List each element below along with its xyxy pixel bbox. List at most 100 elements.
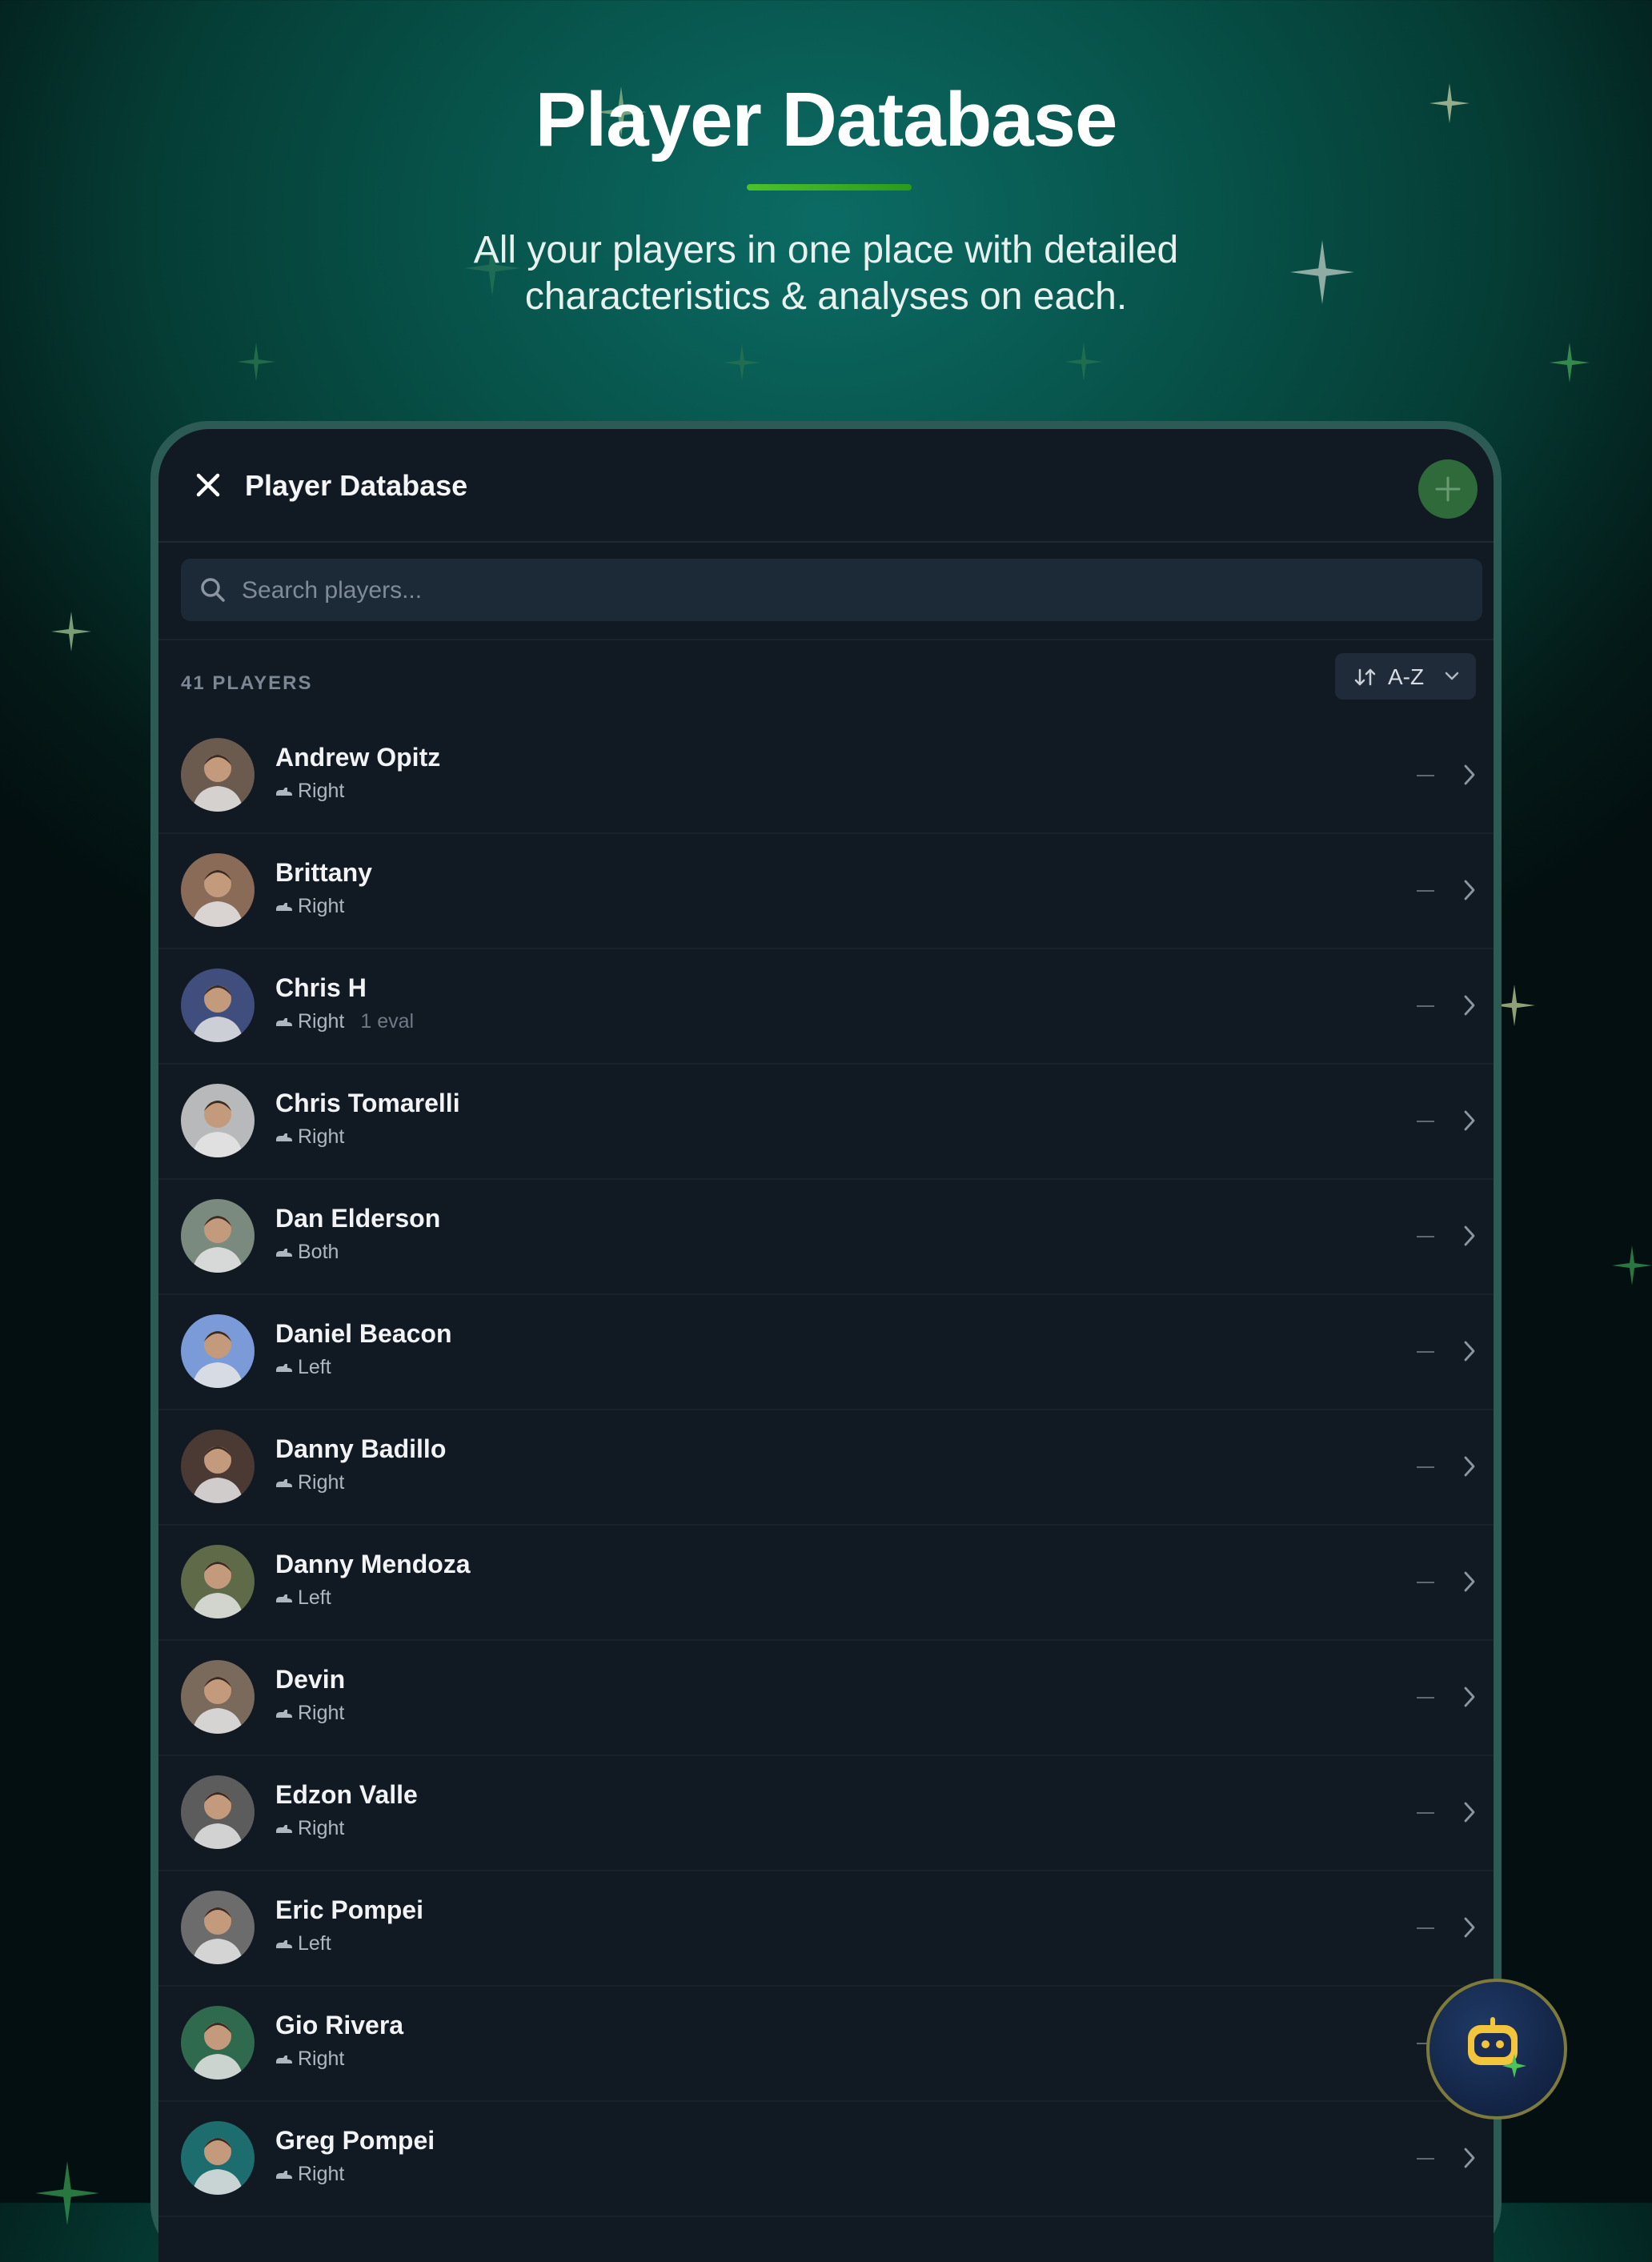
rating-placeholder xyxy=(1417,1927,1434,1929)
player-name: Daniel Beacon xyxy=(275,1319,452,1348)
player-name: Chris H xyxy=(275,973,367,1002)
preferred-foot: Right xyxy=(298,2163,345,2185)
avatar xyxy=(181,1314,255,1388)
cleat-icon xyxy=(275,1818,293,1841)
player-row[interactable]: Devin Right xyxy=(158,1641,1494,1756)
app-screen: Player Database 41 PLAYERS A-Z Andrew Op… xyxy=(158,429,1494,2262)
avatar xyxy=(181,2121,255,2195)
sort-icon xyxy=(1354,668,1377,691)
player-name: Danny Mendoza xyxy=(275,1550,471,1578)
cleat-icon xyxy=(275,1241,293,1265)
sparkle-icon xyxy=(51,612,91,652)
eval-count: 1 eval xyxy=(360,1010,415,1033)
player-row[interactable]: Chris H Right 1 eval xyxy=(158,949,1494,1065)
chevron-right-icon[interactable] xyxy=(1463,764,1476,790)
rating-placeholder xyxy=(1417,1582,1434,1583)
chevron-right-icon[interactable] xyxy=(1463,2147,1476,2173)
player-meta: Right xyxy=(275,895,344,919)
hero-subtitle-line: All your players in one place with detai… xyxy=(473,229,1179,271)
sort-button[interactable]: A-Z xyxy=(1335,653,1476,700)
preferred-foot: Right xyxy=(298,1125,345,1148)
player-row[interactable]: Edzon Valle Right xyxy=(158,1756,1494,1871)
avatar xyxy=(181,853,255,927)
player-name: Greg Pompei xyxy=(275,2126,435,2155)
chevron-right-icon[interactable] xyxy=(1463,1570,1476,1597)
player-row[interactable]: Greg Pompei Right xyxy=(158,2102,1494,2217)
chevron-right-icon[interactable] xyxy=(1463,1801,1476,1827)
search-bar[interactable] xyxy=(181,559,1482,623)
player-name: Devin xyxy=(275,1665,346,1694)
player-meta: Right xyxy=(275,1471,344,1495)
player-row[interactable]: Danny Mendoza Left xyxy=(158,1526,1494,1641)
cleat-icon xyxy=(275,896,293,919)
preferred-foot: Left xyxy=(298,1356,331,1378)
player-row[interactable]: Dan Elderson Both xyxy=(158,1180,1494,1295)
close-icon[interactable] xyxy=(192,469,224,501)
cleat-icon xyxy=(275,780,293,804)
preferred-foot: Right xyxy=(298,1702,345,1724)
hero-subtitle: All your players in one place with detai… xyxy=(0,227,1652,320)
cleat-icon xyxy=(275,2048,293,2071)
player-meta: Both xyxy=(275,1241,339,1265)
player-meta: Left xyxy=(275,1932,331,1956)
chevron-right-icon[interactable] xyxy=(1463,1916,1476,1943)
player-row[interactable]: Chris Tomarelli Right xyxy=(158,1065,1494,1180)
preferred-foot: Left xyxy=(298,1586,331,1609)
avatar xyxy=(181,738,255,812)
chevron-right-icon[interactable] xyxy=(1463,1225,1476,1251)
player-row[interactable]: Danny Badillo Right xyxy=(158,1410,1494,1526)
player-meta: Right xyxy=(275,2163,344,2187)
preferred-foot: Right xyxy=(298,1010,345,1033)
robot-assistant-icon xyxy=(1468,2017,1526,2078)
hero-title: Player Database xyxy=(535,77,1118,162)
rating-placeholder xyxy=(1417,1121,1434,1122)
sparkle-icon xyxy=(1065,343,1103,381)
search-input[interactable] xyxy=(240,559,1444,623)
player-row[interactable]: Eric Pompei Left xyxy=(158,1871,1494,1987)
player-name: Danny Badillo xyxy=(275,1434,447,1463)
player-row[interactable]: Gio Rivera Right xyxy=(158,1987,1494,2102)
sparkle-icon xyxy=(35,2161,99,2225)
rating-placeholder xyxy=(1417,1005,1434,1007)
rating-placeholder xyxy=(1417,775,1434,776)
tablet-frame: Player Database 41 PLAYERS A-Z Andrew Op… xyxy=(150,421,1502,2262)
ai-assistant-button[interactable] xyxy=(1426,1979,1567,2120)
avatar xyxy=(181,1430,255,1503)
player-meta: Right xyxy=(275,2047,344,2071)
player-row[interactable]: Andrew Opitz Right xyxy=(158,719,1494,834)
chevron-right-icon[interactable] xyxy=(1463,1455,1476,1482)
title-underline xyxy=(747,184,912,191)
preferred-foot: Left xyxy=(298,1932,331,1955)
player-row[interactable]: Daniel Beacon Left xyxy=(158,1295,1494,1410)
rating-placeholder xyxy=(1417,1351,1434,1353)
chevron-right-icon[interactable] xyxy=(1463,1109,1476,1136)
chevron-right-icon[interactable] xyxy=(1463,994,1476,1021)
cleat-icon xyxy=(275,1011,293,1034)
divider xyxy=(158,639,1494,640)
cleat-icon xyxy=(275,1703,293,1726)
player-name: Edzon Valle xyxy=(275,1780,418,1809)
player-name: Eric Pompei xyxy=(275,1895,423,1924)
chevron-right-icon[interactable] xyxy=(1463,1340,1476,1366)
rating-placeholder xyxy=(1417,1697,1434,1699)
hero-subtitle-line: characteristics & analyses on each. xyxy=(524,275,1128,318)
add-player-button[interactable] xyxy=(1418,459,1478,519)
preferred-foot: Right xyxy=(298,2047,345,2070)
avatar xyxy=(181,1660,255,1734)
preferred-foot: Right xyxy=(298,780,345,802)
preferred-foot: Right xyxy=(298,895,345,917)
sort-label: A-Z xyxy=(1388,664,1425,689)
cleat-icon xyxy=(275,1357,293,1380)
player-meta: Right xyxy=(275,1125,344,1149)
rating-placeholder xyxy=(1417,890,1434,892)
avatar xyxy=(181,969,255,1042)
chevron-right-icon[interactable] xyxy=(1463,879,1476,905)
avatar xyxy=(181,1891,255,1964)
chevron-right-icon[interactable] xyxy=(1463,1686,1476,1712)
avatar xyxy=(181,1084,255,1157)
player-meta: Left xyxy=(275,1586,331,1610)
player-name: Dan Elderson xyxy=(275,1204,441,1233)
player-row[interactable]: Brittany Right xyxy=(158,834,1494,949)
avatar xyxy=(181,2006,255,2080)
cleat-icon xyxy=(275,1587,293,1610)
